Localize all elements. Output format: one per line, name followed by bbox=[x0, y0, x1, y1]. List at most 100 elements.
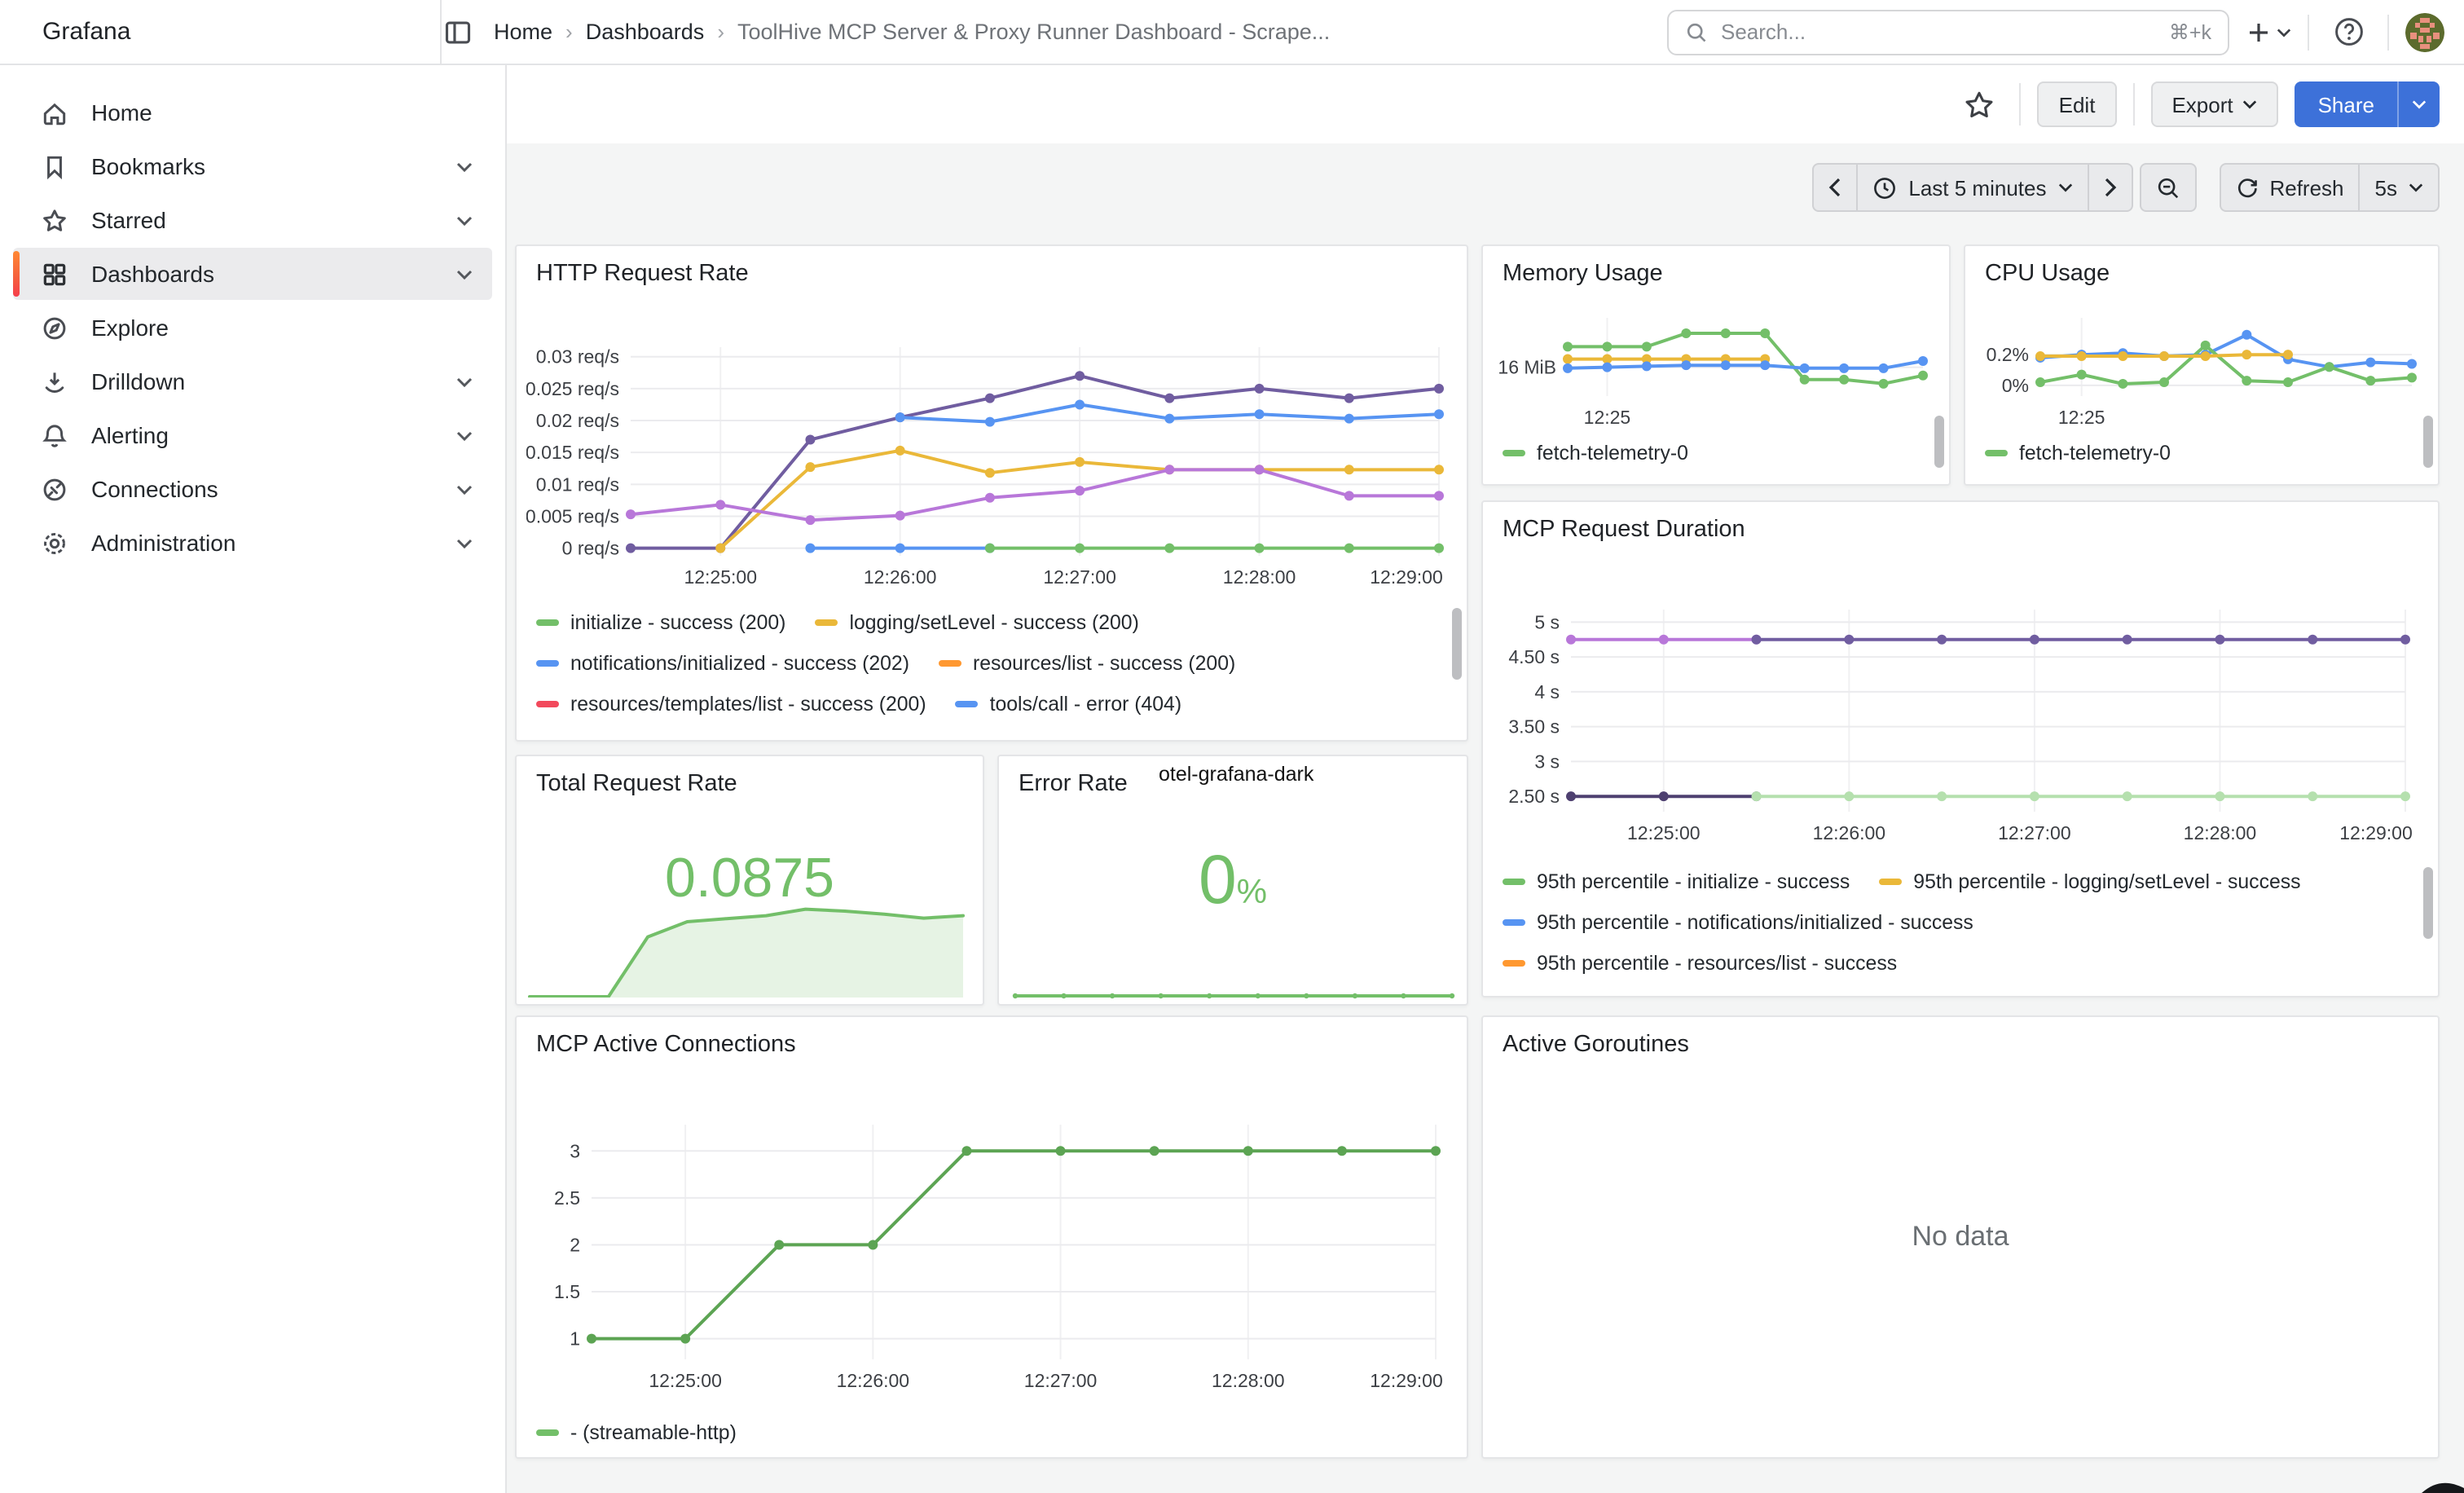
svg-text:16 MiB: 16 MiB bbox=[1498, 357, 1556, 378]
svg-text:12:29:00: 12:29:00 bbox=[2339, 822, 2413, 843]
top-nav: Grafana Home › Dashboards › ToolHive MCP… bbox=[0, 0, 2464, 65]
chevron-down-icon bbox=[2412, 99, 2427, 109]
legend-item[interactable]: fetch-telemetry-0 bbox=[1985, 441, 2171, 464]
add-new-button[interactable] bbox=[2246, 19, 2291, 45]
panel-http-request-rate: HTTP Request Rate 0 req/s0.005 req/s0.01… bbox=[515, 244, 1468, 742]
svg-text:12:25: 12:25 bbox=[1584, 407, 1631, 428]
refresh-button[interactable]: Refresh bbox=[2219, 163, 2360, 212]
legend-label: logging/setLevel - success (200) bbox=[849, 610, 1138, 633]
legend-item[interactable]: notifications/initialized - success (202… bbox=[536, 651, 909, 674]
share-dropdown-button[interactable] bbox=[2397, 81, 2440, 127]
chevron-down-icon[interactable] bbox=[456, 214, 473, 226]
chevron-down-icon[interactable] bbox=[456, 161, 473, 172]
time-shift-back-button[interactable] bbox=[1812, 163, 1858, 212]
help-button[interactable] bbox=[2325, 9, 2371, 55]
legend-item[interactable]: tools/list - success (200) bbox=[822, 733, 1073, 735]
panel-title[interactable]: CPU Usage bbox=[1965, 246, 2438, 287]
legend-label: 95th percentile - notifications/initiali… bbox=[1537, 910, 1973, 933]
divider bbox=[2308, 14, 2309, 50]
chevron-down-icon[interactable] bbox=[456, 537, 473, 548]
legend-item[interactable]: unknown - success (200) bbox=[1102, 733, 1362, 735]
sidebar-item-administration[interactable]: Administration bbox=[13, 517, 492, 569]
zoom-out-button[interactable] bbox=[2139, 163, 2196, 212]
legend-item[interactable]: initialize - success (200) bbox=[536, 610, 785, 633]
svg-text:12:28:00: 12:28:00 bbox=[1223, 566, 1296, 588]
drilldown-icon bbox=[39, 367, 68, 396]
favorite-star-button[interactable] bbox=[1955, 81, 2004, 127]
search-icon bbox=[1685, 20, 1708, 43]
time-controls: Last 5 minutes Refresh 5s bbox=[1812, 163, 2440, 212]
svg-text:12:26:00: 12:26:00 bbox=[864, 566, 937, 588]
divider bbox=[2387, 14, 2389, 50]
sidebar-item-label: Drilldown bbox=[91, 368, 185, 394]
time-shift-forward-button[interactable] bbox=[2088, 163, 2132, 212]
legend-item[interactable]: 95th percentile - initialize - success bbox=[1503, 870, 1850, 892]
sidebar-item-starred[interactable]: Starred bbox=[13, 194, 492, 246]
cpu-usage-chart[interactable]: 0%0.2%12:25 bbox=[1972, 295, 2428, 432]
chevron-down-icon[interactable] bbox=[456, 429, 473, 441]
legend-item[interactable]: - (streamable-http) bbox=[536, 1420, 737, 1443]
svg-text:12:25:00: 12:25:00 bbox=[649, 1370, 722, 1391]
panel-title[interactable]: Memory Usage bbox=[1483, 246, 1949, 287]
share-button[interactable]: Share bbox=[2295, 81, 2397, 127]
breadcrumb-dashboards[interactable]: Dashboards bbox=[586, 20, 705, 44]
legend-item[interactable]: fetch-telemetry-0 bbox=[1503, 441, 1688, 464]
mcp-request-duration-chart[interactable]: 2.50 s3 s3.50 s4 s4.50 s5 s12:25:0012:26… bbox=[1493, 551, 2428, 857]
sidebar-item-label: Explore bbox=[91, 315, 169, 341]
chevron-down-icon[interactable] bbox=[456, 376, 473, 387]
http-request-rate-chart[interactable]: 0 req/s0.005 req/s0.01 req/s0.015 req/s0… bbox=[526, 298, 1459, 598]
sidebar-item-drilldown[interactable]: Drilldown bbox=[13, 355, 492, 407]
legend-item[interactable]: resources/list - success (200) bbox=[939, 651, 1235, 674]
star-icon bbox=[1964, 89, 1995, 120]
breadcrumb-separator: › bbox=[565, 20, 573, 44]
legend-label: resources/list - success (200) bbox=[973, 651, 1235, 674]
legend-item[interactable]: 95th percentile - logging/setLevel - suc… bbox=[1879, 870, 2300, 892]
legend-item[interactable]: 95th percentile - resources/list - succe… bbox=[1503, 951, 1897, 974]
sidebar-item-dashboards[interactable]: Dashboards bbox=[13, 248, 492, 300]
sidebar-item-connections[interactable]: Connections bbox=[13, 463, 492, 515]
sidebar-item-bookmarks[interactable]: Bookmarks bbox=[13, 140, 492, 192]
legend-item[interactable]: tools/call - error (404) bbox=[956, 692, 1182, 715]
legend-scrollbar[interactable] bbox=[2423, 867, 2433, 939]
svg-text:2.50 s: 2.50 s bbox=[1508, 786, 1560, 807]
chevron-down-icon[interactable] bbox=[456, 483, 473, 495]
chevron-down-icon[interactable] bbox=[456, 268, 473, 280]
svg-text:0.015 req/s: 0.015 req/s bbox=[526, 442, 619, 463]
panel-title[interactable]: MCP Active Connections bbox=[517, 1017, 1467, 1058]
legend-item[interactable]: 95th percentile - notifications/initiali… bbox=[1503, 910, 1973, 933]
memory-usage-chart[interactable]: 16 MiB 12:25 bbox=[1489, 295, 1939, 432]
search-placeholder: Search... bbox=[1721, 20, 2156, 44]
breadcrumb: Home › Dashboards › ToolHive MCP Server … bbox=[442, 20, 1330, 44]
legend-item[interactable]: resources/templates/list - success (200) bbox=[536, 692, 926, 715]
mcp-active-connections-chart[interactable]: 11.522.5312:25:0012:26:0012:27:0012:28:0… bbox=[526, 1069, 1459, 1408]
refresh-interval-picker[interactable]: 5s bbox=[2361, 163, 2440, 212]
panel-error-rate: Error Rate otel-grafana-dark 0% bbox=[997, 755, 1468, 1006]
connections-legend: - (streamable-http) bbox=[523, 1412, 1445, 1454]
user-avatar[interactable] bbox=[2405, 12, 2444, 51]
legend-label: 95th percentile - initialize - success bbox=[1537, 870, 1850, 892]
panel-active-goroutines: Active Goroutines No data bbox=[1481, 1015, 2440, 1459]
legend-scrollbar[interactable] bbox=[1452, 608, 1462, 680]
time-range-picker[interactable]: Last 5 minutes bbox=[1858, 163, 2088, 212]
sidebar-item-explore[interactable]: Explore bbox=[13, 302, 492, 354]
sidebar-item-home[interactable]: Home bbox=[13, 86, 492, 139]
legend-scrollbar[interactable] bbox=[2423, 416, 2433, 468]
sidebar-item-alerting[interactable]: Alerting bbox=[13, 409, 492, 461]
panel-title[interactable]: HTTP Request Rate bbox=[517, 246, 1467, 287]
error-rate-number: 0 bbox=[1199, 841, 1237, 918]
legend-item[interactable]: logging/setLevel - success (200) bbox=[815, 610, 1138, 633]
search-input[interactable]: Search... ⌘+k bbox=[1667, 9, 2229, 55]
edit-label: Edit bbox=[2059, 92, 2096, 117]
refresh-icon bbox=[2235, 176, 2258, 199]
svg-text:1.5: 1.5 bbox=[554, 1281, 580, 1302]
legend-scrollbar[interactable] bbox=[1934, 416, 1944, 468]
legend-marker bbox=[956, 700, 979, 707]
legend-item[interactable]: tools/call - success (200) bbox=[536, 733, 793, 735]
legend-marker bbox=[1503, 959, 1525, 966]
no-data-message: No data bbox=[1483, 1017, 2438, 1457]
edit-button[interactable]: Edit bbox=[2038, 81, 2117, 127]
breadcrumb-home[interactable]: Home bbox=[494, 20, 552, 44]
panel-title[interactable]: Total Request Rate bbox=[517, 756, 983, 797]
panel-title[interactable]: MCP Request Duration bbox=[1483, 502, 2438, 543]
export-button[interactable]: Export bbox=[2150, 81, 2278, 127]
